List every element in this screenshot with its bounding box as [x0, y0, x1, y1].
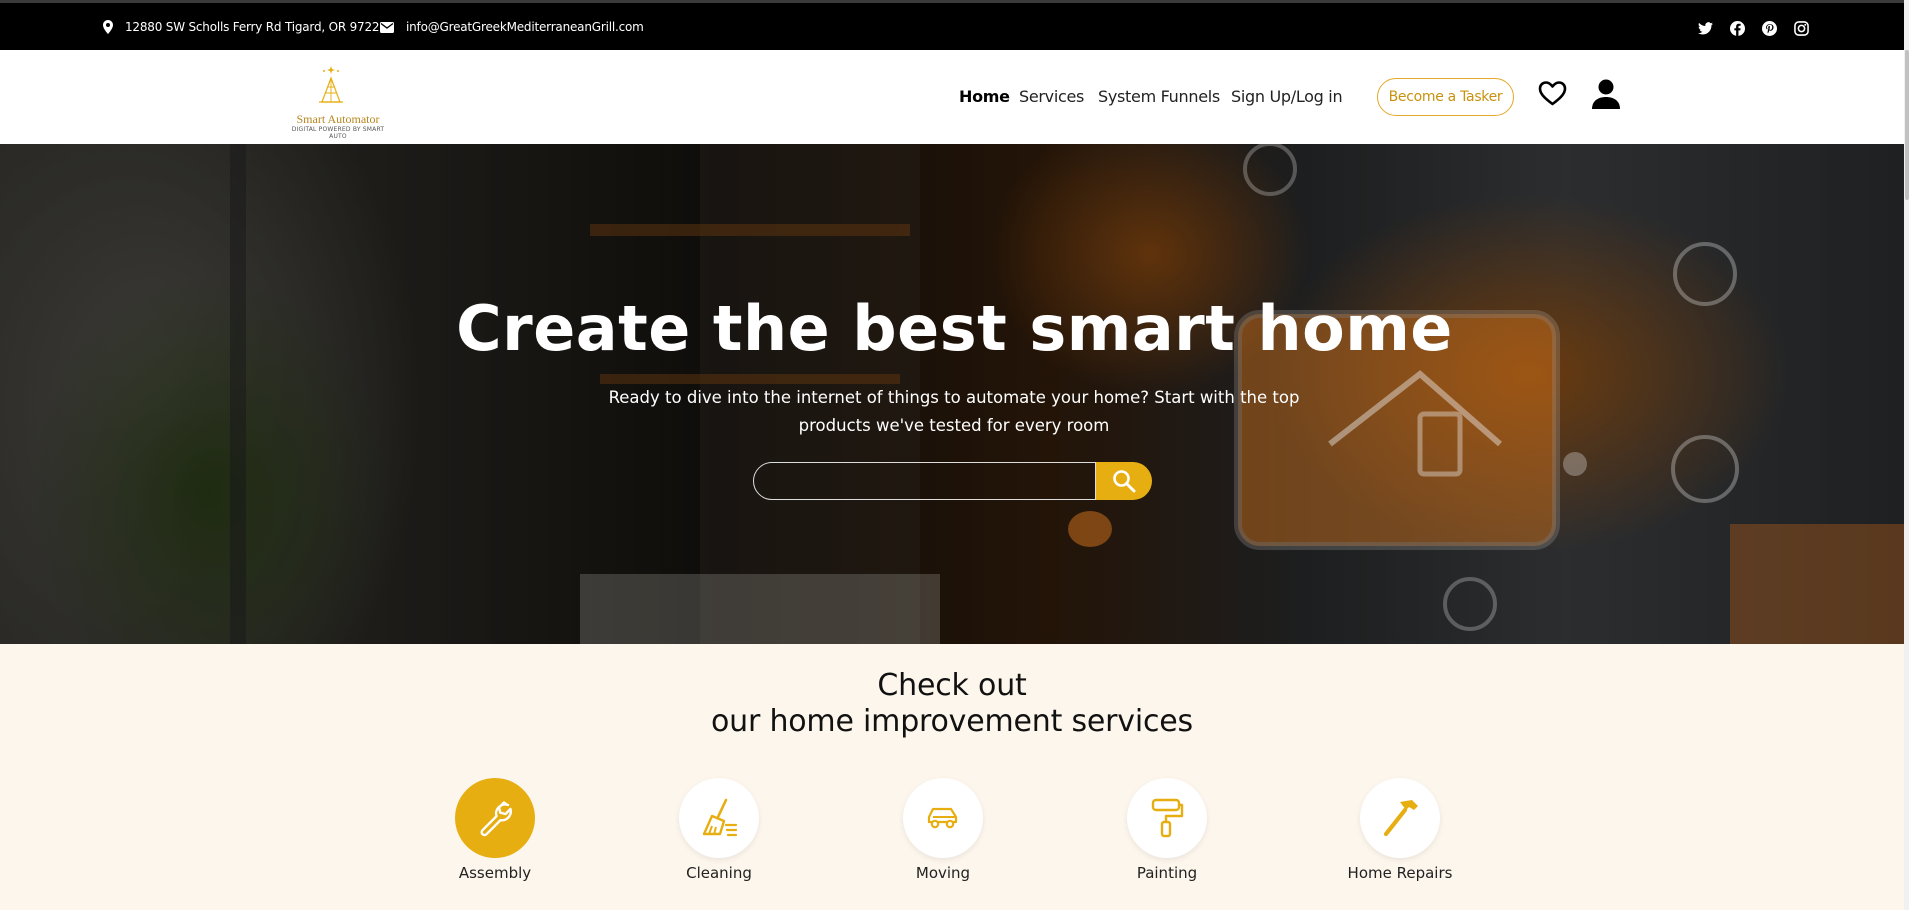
service-circle[interactable]	[1127, 778, 1207, 858]
site-header: Smart Automator DIGITAL POWERED BY SMART…	[0, 50, 1909, 144]
nav-home[interactable]: Home	[959, 87, 1010, 106]
service-assembly[interactable]: Assembly	[415, 778, 575, 882]
broom-icon	[702, 798, 738, 837]
service-painting[interactable]: Painting	[1087, 778, 1247, 882]
nav-sign-up-log-in[interactable]: Sign Up/Log in	[1231, 87, 1343, 106]
service-circle[interactable]	[903, 778, 983, 858]
service-moving[interactable]: Moving	[863, 778, 1023, 882]
logo-name: Smart Automator	[296, 112, 380, 126]
hero-section: Create the best smart home Ready to dive…	[0, 144, 1909, 644]
logo-mark	[319, 66, 343, 103]
service-circle[interactable]	[679, 778, 759, 858]
hero-title: Create the best smart home	[456, 292, 1453, 365]
service-label: Painting	[1136, 864, 1198, 882]
scrollbar-thumb[interactable]	[1905, 50, 1909, 200]
nav-services[interactable]: Services	[1019, 87, 1084, 106]
email-item[interactable]: info@GreatGreekMediterraneanGrill.com	[380, 20, 644, 34]
map-pin-icon	[103, 20, 113, 34]
site-logo[interactable]: Smart Automator DIGITAL POWERED BY SMART…	[282, 60, 394, 140]
twitter-icon[interactable]	[1696, 19, 1714, 37]
search-input[interactable]	[753, 462, 1096, 500]
service-circle[interactable]	[1360, 778, 1440, 858]
become-a-tasker-button[interactable]: Become a Tasker	[1377, 78, 1514, 116]
envelope-icon	[380, 21, 394, 33]
heart-icon[interactable]	[1538, 80, 1567, 111]
instagram-icon[interactable]	[1792, 19, 1810, 37]
nav-system-funnels[interactable]: System Funnels	[1098, 87, 1220, 106]
search-button[interactable]	[1096, 462, 1152, 500]
page: 12880 SW Scholls Ferry Rd Tigard, OR 972…	[0, 0, 1909, 910]
address-text: 12880 SW Scholls Ferry Rd Tigard, OR 972…	[125, 20, 387, 34]
hammer-icon	[1383, 800, 1418, 837]
logo-tagline: DIGITAL POWERED BY SMART AUTO	[291, 126, 385, 140]
service-cleaning[interactable]: Cleaning	[639, 778, 799, 882]
services-heading-line2: our home improvement services	[711, 704, 1193, 739]
hero-subtitle: Ready to dive into the internet of thing…	[608, 388, 1300, 435]
car-icon	[927, 807, 958, 829]
search-icon	[1113, 470, 1136, 493]
service-label: Home Repairs	[1347, 864, 1453, 882]
service-home-repairs[interactable]: Home Repairs	[1320, 778, 1480, 882]
user-account-icon[interactable]	[1592, 79, 1620, 114]
services-heading: Check out our home improvement services	[0, 668, 1904, 740]
facebook-icon[interactable]	[1728, 19, 1746, 37]
pinterest-icon[interactable]	[1760, 19, 1778, 37]
address-item: 12880 SW Scholls Ferry Rd Tigard, OR 972…	[103, 20, 387, 34]
paint-roller-icon	[1151, 798, 1184, 838]
services-heading-line1: Check out	[877, 668, 1027, 703]
top-contact-bar: 12880 SW Scholls Ferry Rd Tigard, OR 972…	[0, 0, 1909, 50]
service-label: Moving	[915, 864, 971, 882]
service-circle[interactable]	[455, 778, 535, 858]
wrench-icon	[480, 801, 512, 837]
service-label: Assembly	[458, 864, 532, 882]
service-label: Cleaning	[686, 864, 752, 882]
email-link[interactable]: info@GreatGreekMediterraneanGrill.com	[406, 20, 644, 34]
